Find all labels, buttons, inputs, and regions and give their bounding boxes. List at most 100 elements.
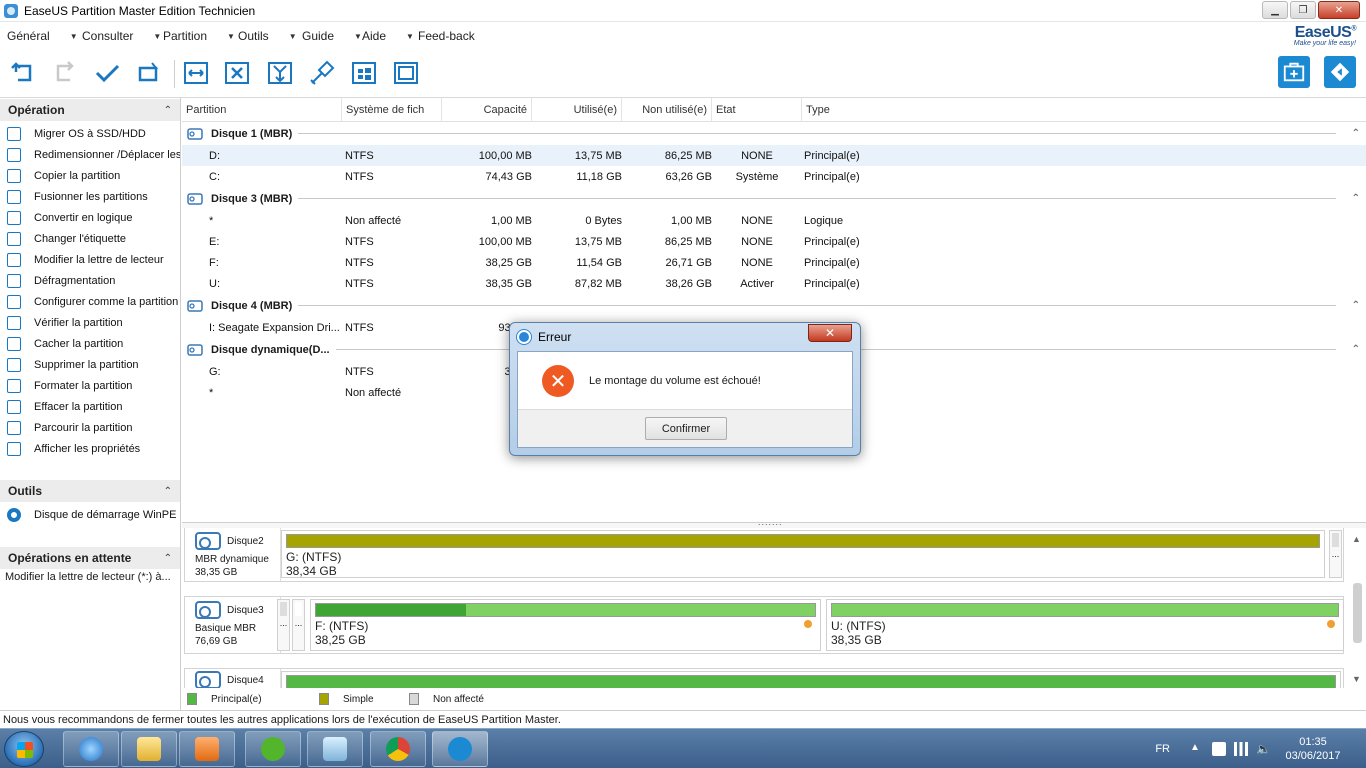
menu-guide[interactable]: Guide ▼ [295,29,362,43]
disk-map-row[interactable]: Disque4 [184,668,1344,688]
undo-icon[interactable] [8,58,38,88]
disk-group-header[interactable]: Disque 1 (MBR) ⌃ [182,122,1366,145]
col-type[interactable]: Type [802,98,952,122]
toolkit-icon[interactable] [1278,56,1310,88]
file-explorer-icon[interactable] [121,731,177,767]
table-row[interactable]: * Non affecté 1,00 MB 0 Bytes 1,00 MB NONE Log… [182,210,1366,231]
sidebar-item-operation[interactable]: Vérifier la partition [0,312,180,333]
col-used[interactable]: Utilisé(e) [532,98,622,122]
tools-header[interactable]: Outils ⌃ [0,480,180,502]
pending-item[interactable]: Modifier la lettre de lecteur (*:) à... [0,571,180,583]
scroll-up-icon[interactable]: ▲ [1352,534,1361,544]
disk-map-row[interactable]: Disque3 Basique MBR 76,69 GB ... ... F: … [184,596,1344,654]
sidebar-item-tool[interactable]: Disque de démarrage WinPE [0,504,180,525]
delete-icon[interactable] [222,58,252,88]
sidebar-item-operation[interactable]: Afficher les propriétés [0,438,180,459]
start-button[interactable] [4,731,44,767]
sidebar-item-operation[interactable]: Changer l'étiquette [0,228,180,249]
refresh-icon[interactable] [134,58,164,88]
disk-map-scrollbar[interactable]: ▲ ▼ [1349,528,1366,688]
col-filesystem[interactable]: Système de fich [342,98,442,122]
sidebar-item-operation[interactable]: Parcourir la partition [0,417,180,438]
apply-icon[interactable] [92,58,122,88]
minimize-button[interactable]: ▁ [1262,1,1288,19]
menu-aide[interactable]: Aide ▼ [355,29,414,43]
partition-block-small[interactable]: ... [292,599,305,651]
sidebar-item-operation[interactable]: Configurer comme la partition a [0,291,180,312]
col-state[interactable]: Etat [712,98,802,122]
menu-outils[interactable]: Outils ▼ [231,29,297,43]
collapse-icon[interactable]: ⌃ [164,553,172,564]
partition-block-u[interactable]: U: (NTFS) 38,35 GB [826,599,1344,651]
sidebar-item-operation[interactable]: Formater la partition [0,375,180,396]
table-row[interactable]: D: NTFS 100,00 MB 13,75 MB 86,25 MB NONE Princ… [182,145,1366,166]
partition-block-small[interactable]: ... [1329,530,1342,578]
sidebar-item-operation[interactable]: Convertir en logique [0,207,180,228]
utorrent-icon[interactable] [245,731,301,767]
scroll-down-icon[interactable]: ▼ [1352,674,1361,684]
cell-fs: NTFS [345,277,374,290]
menu-feedback[interactable]: Feed-back [411,29,491,43]
table-row[interactable]: E: NTFS 100,00 MB 13,75 MB 86,25 MB NONE Princ… [182,231,1366,252]
sidebar-item-operation[interactable]: Défragmentation [0,270,180,291]
show-hidden-icons-icon[interactable]: ▲ [1190,742,1204,756]
table-row[interactable]: F: NTFS 38,25 GB 11,54 GB 26,71 GB NONE Princi… [182,252,1366,273]
cell-fs: Non affecté [345,214,402,227]
partition-block-i[interactable] [281,671,1341,688]
easeus-icon[interactable] [432,731,488,767]
volume-icon[interactable]: 🔈 [1256,742,1271,756]
collapse-icon[interactable]: ⌃ [1352,193,1360,204]
disk-map-row[interactable]: Disque2 MBR dynamique 38,35 GB G: (NTFS)… [184,528,1344,582]
col-free[interactable]: Non utilisé(e) [622,98,712,122]
collapse-icon[interactable]: ⌃ [1352,300,1360,311]
col-partition[interactable]: Partition [182,98,342,122]
col-capacity[interactable]: Capacité [442,98,532,122]
confirm-button[interactable]: Confirmer [645,417,727,440]
migrate-icon[interactable] [1324,56,1356,88]
sidebar-item-operation[interactable]: Supprimer la partition [0,354,180,375]
windows-icon[interactable] [349,58,379,88]
sidebar-item-operation[interactable]: Effacer la partition [0,396,180,417]
copy-icon[interactable] [391,58,421,88]
format-icon[interactable] [307,58,337,88]
action-center-icon[interactable] [1212,742,1226,756]
collapse-icon[interactable]: ⌃ [164,486,172,497]
sidebar-item-operation[interactable]: Fusionner les partitions [0,186,180,207]
pending-header[interactable]: Opérations en attente ⌃ [0,547,180,569]
disk-group-header[interactable]: Disque 3 (MBR) ⌃ [182,187,1366,210]
redo-icon[interactable] [50,58,80,88]
close-button[interactable]: ✕ [1318,1,1360,19]
chrome-icon[interactable] [370,731,426,767]
maximize-button[interactable]: ❐ [1290,1,1316,19]
table-row[interactable]: U: NTFS 38,35 GB 87,82 MB 38,26 GB Activer Pri… [182,273,1366,294]
network-icon[interactable] [1234,742,1248,756]
cell-free: 86,25 MB [664,149,712,162]
menu-partition[interactable]: Partition ▼ [156,29,235,43]
operations-header[interactable]: Opération ⌃ [0,99,180,121]
resize-icon[interactable] [181,58,211,88]
menu-consulter[interactable]: Consulter ▼ [75,29,161,43]
disk-group-header[interactable]: Disque 4 (MBR) ⌃ [182,294,1366,317]
sidebar-item-operation[interactable]: Modifier la lettre de lecteur [0,249,180,270]
partition-block-small[interactable]: ... [277,599,290,651]
partition-block-g[interactable]: G: (NTFS) 38,34 GB [281,530,1325,578]
dialog-close-button[interactable]: ✕ [808,324,852,342]
sidebar-item-operation[interactable]: Cacher la partition [0,333,180,354]
sidebar-item-operation[interactable]: Redimensionner /Déplacer les p [0,144,180,165]
notepad-icon[interactable] [307,731,363,767]
clock[interactable]: 01:35 03/06/2017 [1278,735,1348,763]
collapse-icon[interactable]: ⌃ [1352,344,1360,355]
sidebar-item-operation[interactable]: Copier la partition [0,165,180,186]
cell-used: 11,18 GB [576,170,622,183]
media-player-icon[interactable] [179,731,235,767]
merge-icon[interactable] [265,58,295,88]
table-row[interactable]: C: NTFS 74,43 GB 11,18 GB 63,26 GB Système Pri… [182,166,1366,187]
internet-explorer-icon[interactable] [63,731,119,767]
menu-general[interactable]: Général ▼ [0,29,78,43]
scroll-thumb[interactable] [1353,583,1362,643]
collapse-icon[interactable]: ⌃ [164,105,172,116]
sidebar-item-operation[interactable]: Migrer OS à SSD/HDD [0,123,180,144]
partition-block-f[interactable]: F: (NTFS) 38,25 GB [310,599,821,651]
collapse-icon[interactable]: ⌃ [1352,128,1360,139]
language-indicator[interactable]: FR [1155,743,1170,755]
